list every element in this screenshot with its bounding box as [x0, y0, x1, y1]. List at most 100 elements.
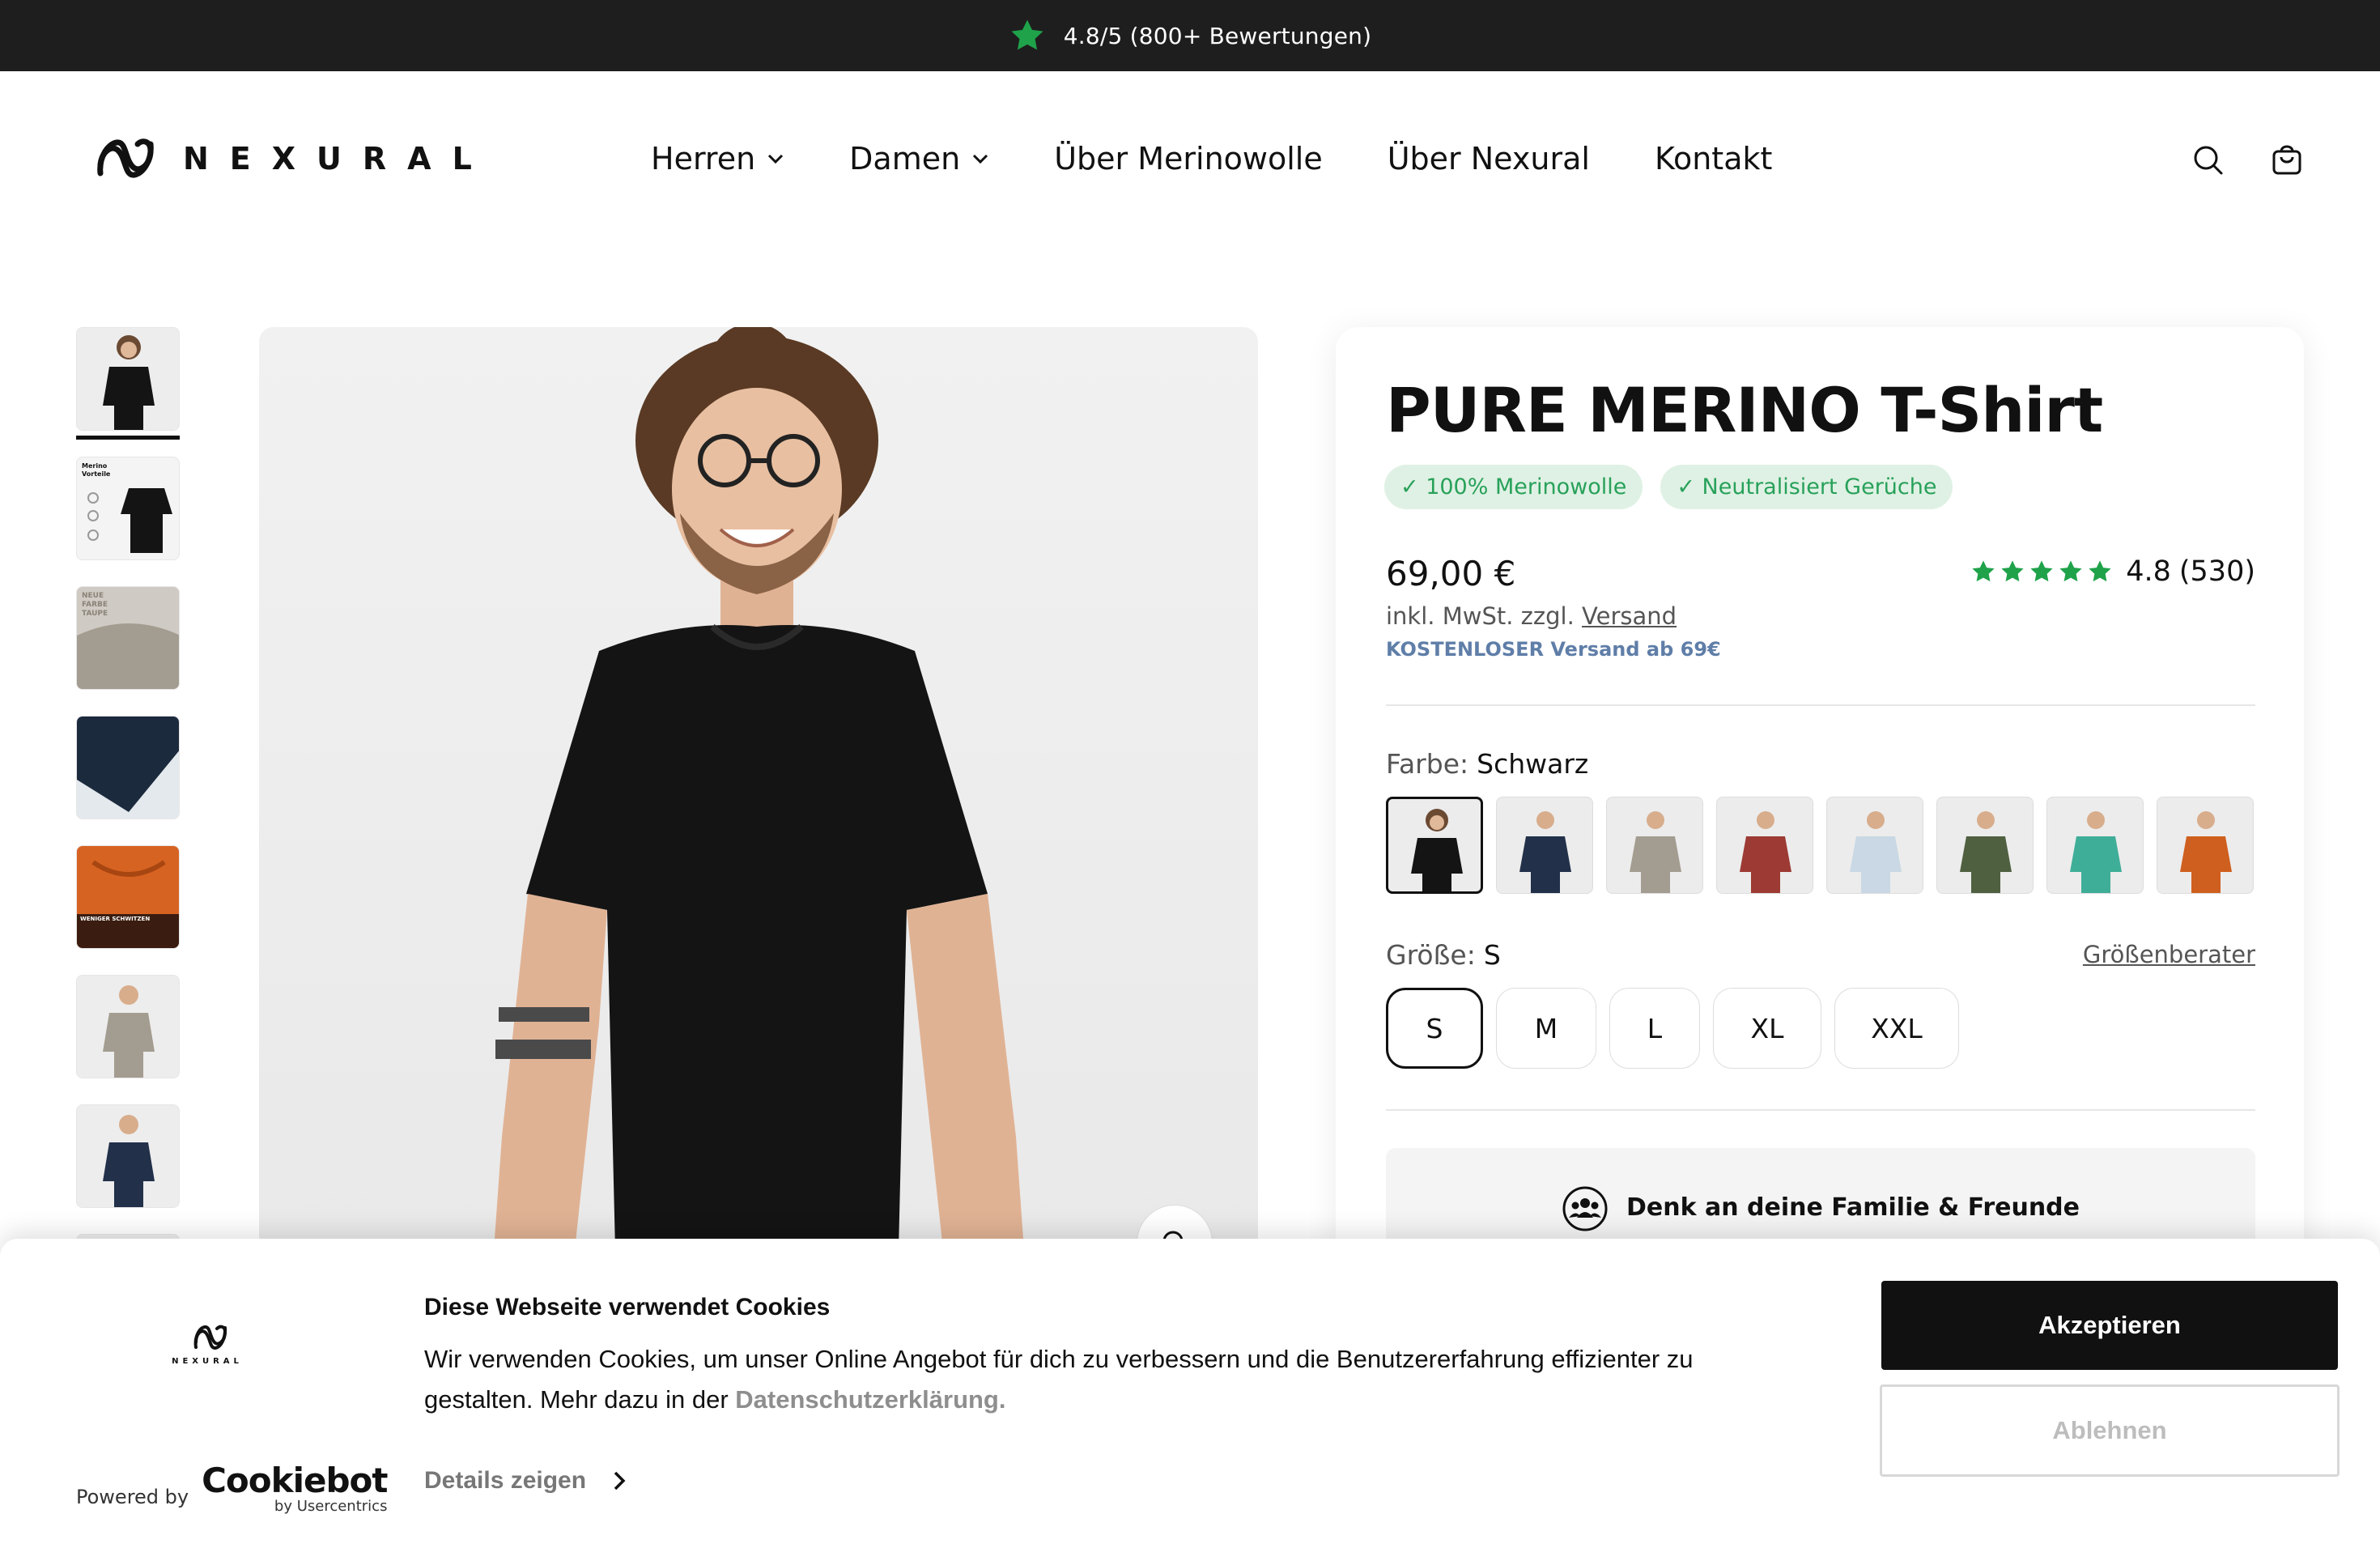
rating-stars — [1970, 559, 2113, 585]
group-icon — [1562, 1186, 1608, 1231]
swatch-hellblau[interactable] — [1826, 797, 1923, 894]
nav-label: Über Nexural — [1387, 141, 1590, 176]
model-photo — [494, 327, 1024, 1250]
shipping-link[interactable]: Versand — [1582, 602, 1677, 630]
thumbnail-caption: WENIGER SCHWITZEN — [80, 916, 151, 922]
cookie-logo-text: NEXURAL — [172, 1357, 243, 1366]
nav-item-damen[interactable]: Damen — [849, 141, 989, 176]
swatch-image — [1519, 811, 1571, 893]
swatch-tuerkis[interactable] — [2046, 797, 2144, 894]
cookiebot-sub: by Usercentrics — [274, 1498, 388, 1515]
chevron-down-icon — [768, 154, 784, 164]
thumbnail-caption: NEUE FARBE TAUPE — [82, 592, 108, 618]
details-label: Details zeigen — [424, 1467, 587, 1494]
swatch-image — [1850, 811, 1902, 893]
swatch-image — [1740, 811, 1791, 893]
nav-label: Herren — [651, 141, 756, 176]
tax-text: inkl. MwSt. zzgl. — [1386, 602, 1575, 630]
swatch-taupe[interactable] — [1606, 797, 1703, 894]
size-options: S M L XL XXL — [1386, 988, 1959, 1069]
nav-label: Über Merinowolle — [1054, 141, 1323, 176]
thumbnail-7[interactable] — [76, 1104, 181, 1208]
size-option-xl[interactable]: XL — [1713, 988, 1821, 1069]
cookiebot-logo: Cookiebot by Usercentrics — [202, 1461, 388, 1516]
thumbnail-6[interactable] — [76, 975, 181, 1078]
thumbnail-1[interactable] — [76, 327, 181, 440]
chevron-down-icon — [973, 154, 988, 164]
size-option-m[interactable]: M — [1496, 988, 1596, 1069]
cookiebot-brand: Cookiebot — [202, 1461, 388, 1500]
star-icon — [2059, 560, 2082, 582]
swatch-rot[interactable] — [1716, 797, 1813, 894]
nav-label: Kontakt — [1654, 141, 1773, 176]
swatch-image — [1411, 809, 1463, 891]
nav-item-herren[interactable]: Herren — [651, 141, 784, 176]
model-taupe-shirt-image — [103, 985, 155, 1078]
details-toggle[interactable]: Details zeigen — [424, 1467, 627, 1495]
product-price: 69,00 € — [1386, 554, 1516, 593]
swatch-orange[interactable] — [2157, 797, 2254, 894]
color-label: Farbe: — [1386, 748, 1469, 780]
size-option-xxl[interactable]: XXL — [1834, 988, 1959, 1069]
product-rating[interactable]: 4.8 (530) — [1970, 555, 2255, 588]
site-header: NEXURAL Herren Damen Über Merinowolle Üb… — [0, 71, 2380, 249]
cookie-banner: NEXURAL Powered by Cookiebot by Usercent… — [0, 1239, 2380, 1548]
powered-by[interactable]: Powered by Cookiebot by Usercentrics — [76, 1461, 388, 1516]
nexural-logo-icon — [193, 1325, 227, 1350]
size-label-row: Größe: S — [1386, 939, 1501, 971]
accept-button[interactable]: Akzeptieren — [1881, 1281, 2338, 1370]
size-label: Größe: — [1386, 939, 1476, 971]
cart-icon[interactable] — [2270, 142, 2304, 176]
size-guide-link[interactable]: Größenberater — [2083, 941, 2255, 968]
size-value: S — [1483, 939, 1501, 971]
privacy-link[interactable]: Datenschutzerklärung. — [735, 1385, 1005, 1414]
color-value: Schwarz — [1477, 748, 1589, 780]
powered-by-label: Powered by — [76, 1486, 189, 1508]
cookie-brand-logo: NEXURAL — [172, 1321, 243, 1378]
thumbnail-4[interactable] — [76, 716, 181, 819]
thumbnail-2[interactable]: Merino Vorteile — [76, 457, 181, 560]
thumbnail-caption: Merino Vorteile — [82, 462, 111, 478]
star-icon — [1011, 19, 1043, 50]
navy-fabric-image — [77, 717, 179, 812]
header-actions — [2191, 142, 2304, 176]
model-black-shirt-image — [103, 335, 155, 430]
nav-item-kontakt[interactable]: Kontakt — [1655, 141, 1772, 176]
thumbnail-5[interactable]: WENIGER SCHWITZEN — [76, 845, 181, 949]
nexural-logo-icon — [97, 138, 154, 178]
reject-button[interactable]: Ablehnen — [1880, 1384, 2340, 1477]
cookie-title: Diese Webseite verwendet Cookies — [424, 1294, 831, 1320]
search-icon[interactable] — [2191, 142, 2225, 176]
swatch-navy[interactable] — [1496, 797, 1593, 894]
brand-logo[interactable]: NEXURAL — [96, 134, 493, 183]
thumbnail-gallery: Merino Vorteile NEUE FARBE TAUPE WENIGER… — [76, 327, 181, 1363]
nav-item-ueber-nexural[interactable]: Über Nexural — [1388, 141, 1590, 176]
model-navy-shirt-image — [103, 1115, 155, 1207]
product-info-card: PURE MERINO T-Shirt ✓ 100% Merinowolle ✓… — [1336, 327, 2304, 1299]
swatch-image — [1630, 811, 1681, 893]
divider — [1386, 1109, 2255, 1111]
thumbnail-3[interactable]: NEUE FARBE TAUPE — [76, 586, 181, 690]
swatch-olive[interactable] — [1936, 797, 2034, 894]
chevron-right-icon — [614, 1471, 626, 1491]
swatch-image — [2180, 811, 2232, 893]
rating-value: 4.8 — [2126, 555, 2171, 588]
tax-info: inkl. MwSt. zzgl. Versand — [1386, 602, 1677, 630]
star-icon — [1972, 560, 1995, 582]
product-badges: ✓ 100% Merinowolle ✓ Neutralisiert Gerüc… — [1384, 465, 1953, 509]
main-nav: Herren Damen Über Merinowolle Über Nexur… — [651, 141, 1837, 176]
logo-wordmark: NEXURAL — [183, 141, 493, 176]
cookie-body: Wir verwenden Cookies, um unser Online A… — [424, 1345, 1694, 1414]
badge-odor: ✓ Neutralisiert Gerüche — [1660, 465, 1953, 509]
star-icon — [2030, 560, 2053, 582]
star-icon — [2089, 560, 2111, 582]
announcement-text: 4.8/5 (800+ Bewertungen) — [1063, 22, 1372, 49]
main-product-image[interactable] — [259, 327, 1258, 1250]
announcement-bar: 4.8/5 (800+ Bewertungen) — [0, 0, 2380, 71]
size-option-s[interactable]: S — [1386, 988, 1483, 1069]
swatch-schwarz[interactable] — [1386, 797, 1483, 894]
color-label-row: Farbe: Schwarz — [1386, 748, 1588, 780]
nav-item-ueber-merinowolle[interactable]: Über Merinowolle — [1054, 141, 1323, 176]
family-title: Denk an deine Familie & Freunde — [1626, 1193, 2080, 1222]
size-option-l[interactable]: L — [1609, 988, 1700, 1069]
